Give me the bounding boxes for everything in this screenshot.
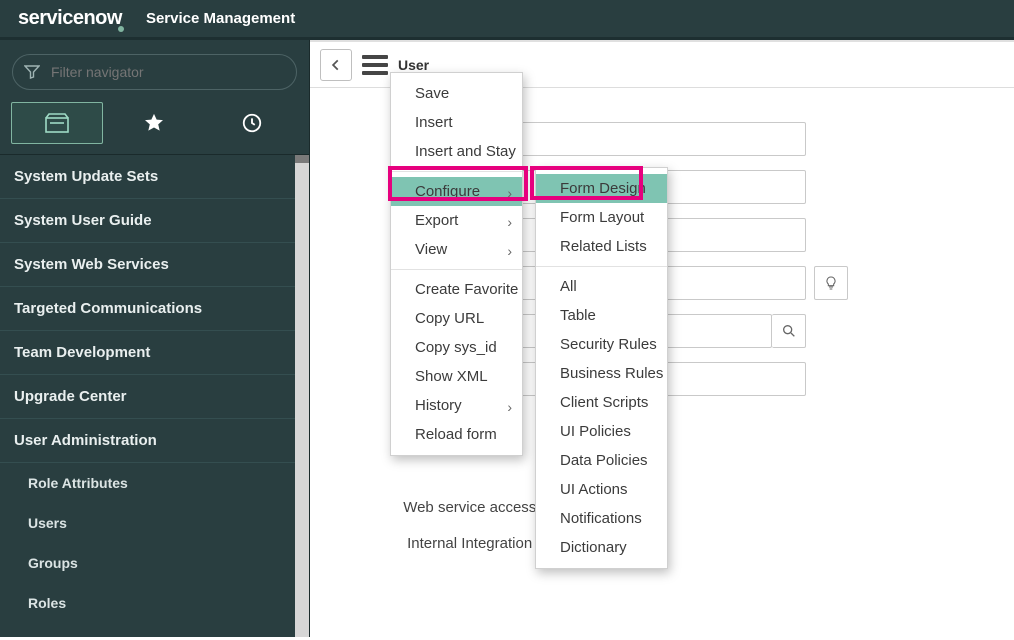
tab-history[interactable]: [206, 102, 298, 144]
chevron-right-icon: ›: [507, 214, 512, 230]
menu-separator: [391, 171, 522, 172]
filter-navigator-input[interactable]: [12, 54, 297, 90]
nav-item-system-web-services[interactable]: System Web Services: [0, 243, 309, 287]
back-button[interactable]: [320, 49, 352, 81]
app-title: Service Management: [146, 10, 295, 27]
menu-item-insert-stay[interactable]: Insert and Stay: [391, 137, 522, 166]
suggestion-button[interactable]: [814, 266, 848, 300]
scrollbar-track[interactable]: [295, 155, 309, 637]
nav-sub-roles[interactable]: Roles: [0, 583, 309, 623]
submenu-item-security-rules[interactable]: Security Rules: [536, 330, 667, 359]
menu-item-save[interactable]: Save: [391, 79, 522, 108]
nav-sub-groups[interactable]: Groups: [0, 543, 309, 583]
menu-item-copy-sys-id[interactable]: Copy sys_id: [391, 333, 522, 362]
top-bar: servicenow Service Management: [0, 0, 1014, 40]
menu-item-export[interactable]: Export ›: [391, 206, 522, 235]
submenu-configure: Form Design Form Layout Related Lists Al…: [535, 167, 668, 569]
star-icon: [143, 112, 165, 134]
menu-item-history-label: History: [415, 397, 462, 414]
nav-item-system-user-guide[interactable]: System User Guide: [0, 199, 309, 243]
chevron-right-icon: ›: [507, 185, 512, 201]
clock-icon: [241, 112, 263, 134]
logo-text: servicenow: [18, 7, 122, 29]
form-menu-button[interactable]: [362, 55, 388, 75]
submenu-item-business-rules[interactable]: Business Rules: [536, 359, 667, 388]
submenu-item-dictionary[interactable]: Dictionary: [536, 533, 667, 562]
scrollbar-thumb[interactable]: [295, 155, 309, 163]
menu-item-view[interactable]: View ›: [391, 235, 522, 264]
nav-sub-users[interactable]: Users: [0, 503, 309, 543]
lookup-button[interactable]: [772, 314, 806, 348]
filter-wrap: [0, 40, 309, 100]
submenu-item-form-layout[interactable]: Form Layout: [536, 203, 667, 232]
submenu-item-ui-actions[interactable]: UI Actions: [536, 475, 667, 504]
tab-all-apps[interactable]: [11, 102, 103, 144]
input-user-id[interactable]: [520, 122, 806, 156]
menu-item-history[interactable]: History ›: [391, 391, 522, 420]
nav-tabs: [0, 100, 309, 155]
logo: servicenow: [18, 7, 128, 30]
menu-separator: [536, 266, 667, 267]
submenu-item-all[interactable]: All: [536, 272, 667, 301]
submenu-item-data-policies[interactable]: Data Policies: [536, 446, 667, 475]
menu-item-copy-url[interactable]: Copy URL: [391, 304, 522, 333]
nav-item-system-update-sets[interactable]: System Update Sets: [0, 155, 309, 199]
menu-item-insert[interactable]: Insert: [391, 108, 522, 137]
nav-item-user-administration[interactable]: User Administration: [0, 419, 309, 463]
menu-item-configure[interactable]: Configure ›: [391, 177, 522, 206]
submenu-item-notifications[interactable]: Notifications: [536, 504, 667, 533]
nav-item-upgrade-center[interactable]: Upgrade Center: [0, 375, 309, 419]
lightbulb-icon: [823, 275, 839, 291]
submenu-item-table[interactable]: Table: [536, 301, 667, 330]
nav-item-team-development[interactable]: Team Development: [0, 331, 309, 375]
box-icon: [43, 112, 71, 134]
search-icon: [781, 323, 797, 339]
tab-favorites[interactable]: [108, 102, 200, 144]
menu-separator: [391, 269, 522, 270]
submenu-item-related-lists[interactable]: Related Lists: [536, 232, 667, 261]
menu-item-configure-label: Configure: [415, 183, 480, 200]
main-pane: User User ID: [310, 40, 1014, 637]
menu-item-create-favorite[interactable]: Create Favorite: [391, 275, 522, 304]
submenu-item-client-scripts[interactable]: Client Scripts: [536, 388, 667, 417]
nav-scroll[interactable]: System Update Sets System User Guide Sys…: [0, 155, 309, 637]
menu-item-view-label: View: [415, 241, 447, 258]
nav-item-targeted-communications[interactable]: Targeted Communications: [0, 287, 309, 331]
nav-sub-role-attributes[interactable]: Role Attributes: [0, 463, 309, 503]
submenu-item-ui-policies[interactable]: UI Policies: [536, 417, 667, 446]
sidebar: System Update Sets System User Guide Sys…: [0, 40, 310, 637]
chevron-left-icon: [329, 58, 343, 72]
menu-item-export-label: Export: [415, 212, 458, 229]
submenu-item-form-design[interactable]: Form Design: [536, 174, 667, 203]
record-type-label: User: [398, 57, 429, 73]
menu-item-show-xml[interactable]: Show XML: [391, 362, 522, 391]
chevron-right-icon: ›: [507, 243, 512, 259]
context-menu-form: Save Insert Insert and Stay Configure › …: [390, 72, 523, 456]
funnel-icon: [24, 64, 40, 80]
menu-item-reload-form[interactable]: Reload form: [391, 420, 522, 449]
chevron-right-icon: ›: [507, 399, 512, 415]
